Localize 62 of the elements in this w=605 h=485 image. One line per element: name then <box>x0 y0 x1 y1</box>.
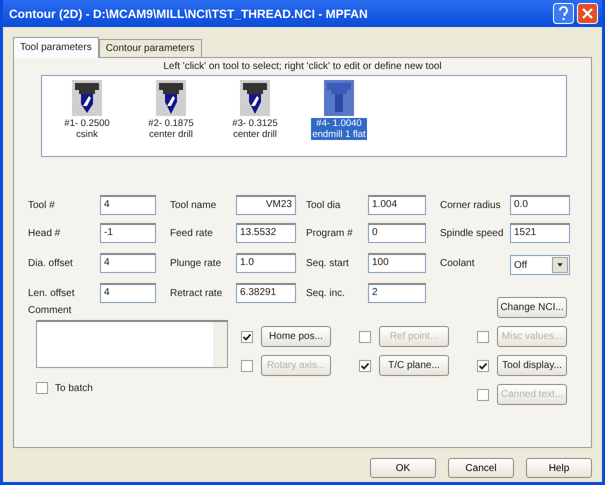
field-label: Tool dia <box>306 200 342 210</box>
dialog-button[interactable]: Help <box>526 458 592 478</box>
field-label: Coolant <box>440 258 476 268</box>
tool-item[interactable]: #1- 0.2500 csink <box>56 80 118 152</box>
tab[interactable]: Tool parameters <box>13 37 99 58</box>
input-field[interactable]: 13.5532 <box>236 223 296 243</box>
coolant-dropdown[interactable]: Off <box>510 255 570 275</box>
option-button[interactable]: T/C plane... <box>379 355 449 376</box>
tool-label: #3- 0.3125 center drill <box>231 118 279 140</box>
input-field[interactable]: 6.38291 <box>236 283 296 303</box>
tool-label: #2- 0.1875 center drill <box>147 118 195 140</box>
field-label: Plunge rate <box>170 258 222 268</box>
field-label: Dia. offset <box>28 258 74 268</box>
option-button[interactable]: Home pos... <box>261 326 331 347</box>
tool-item[interactable]: #3- 0.3125 center drill <box>224 80 286 152</box>
tool-item[interactable]: #4- 1.0040 endmill 1 flat <box>308 80 370 152</box>
input-field[interactable]: -1 <box>100 223 156 243</box>
field-label: Spindle speed <box>440 228 504 238</box>
input-field[interactable]: 1.0 <box>236 253 296 273</box>
input-field[interactable]: 1.004 <box>368 195 426 215</box>
input-field[interactable]: 100 <box>368 253 426 273</box>
input-field[interactable]: 4 <box>100 253 156 273</box>
field-label: Corner radius <box>440 200 502 210</box>
tool-hint: Left 'click' on tool to select; right 'click' to edit or define new tool <box>162 61 443 72</box>
field-label: Feed rate <box>170 228 214 238</box>
input-field[interactable]: 0.0 <box>510 195 570 215</box>
tool-item[interactable]: #2- 0.1875 center drill <box>140 80 202 152</box>
tool-label: #1- 0.2500 csink <box>63 118 111 140</box>
field-label: Tool name <box>170 200 218 210</box>
input-field[interactable]: VM23 <box>236 195 296 215</box>
cutting-tool-icon <box>324 80 354 116</box>
cutting-tool-icon <box>72 80 102 116</box>
checkbox[interactable] <box>359 360 371 372</box>
input-field[interactable]: 4 <box>100 283 156 303</box>
input-field[interactable]: 2 <box>368 283 426 303</box>
field-label: Program # <box>306 228 354 238</box>
field-label: Seq. inc. <box>306 288 346 298</box>
comment-label: Comment <box>28 305 72 316</box>
dialog-button[interactable]: OK <box>370 458 436 478</box>
input-field[interactable]: 1521 <box>510 223 570 243</box>
window-title: Contour (2D) - D:\MCAM9\MILL\NCI\TST_THREAD.NCI - MPFAN <box>9 6 369 20</box>
option-button[interactable]: Tool display... <box>497 355 567 376</box>
tool-label: #4- 1.0040 endmill 1 flat <box>311 118 367 140</box>
dialog-button[interactable]: Cancel <box>448 458 514 478</box>
checkbox-label: To batch <box>55 382 93 394</box>
input-field[interactable]: 4 <box>100 195 156 215</box>
checkbox[interactable] <box>241 330 253 342</box>
field-label: Tool # <box>28 200 56 210</box>
close-icon[interactable] <box>577 3 598 24</box>
cutting-tool-icon <box>156 80 186 116</box>
checkbox[interactable] <box>477 360 489 372</box>
comment-field[interactable] <box>36 320 228 368</box>
change-nci-button[interactable]: Change NCI... <box>497 297 567 318</box>
field-label: Seq. start <box>306 258 350 268</box>
field-label: Retract rate <box>170 288 224 298</box>
tab[interactable]: Contour parameters <box>98 39 202 58</box>
checkbox[interactable] <box>36 382 48 394</box>
input-field[interactable]: 0 <box>368 223 426 243</box>
field-label: Head # <box>28 228 62 238</box>
help-icon[interactable] <box>553 3 574 24</box>
cutting-tool-icon <box>240 80 270 116</box>
field-label: Len. offset <box>28 288 76 298</box>
